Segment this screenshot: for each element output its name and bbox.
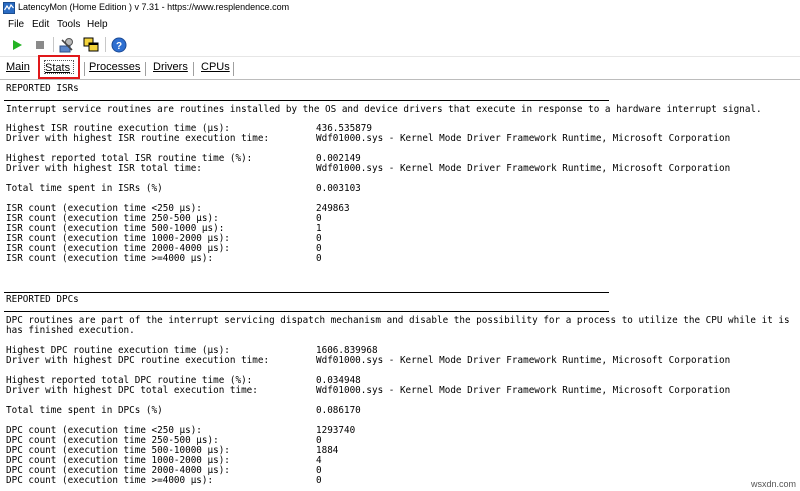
tab-separator: [145, 62, 146, 76]
dpc-description: has finished execution.: [6, 325, 135, 336]
stop-button[interactable]: [31, 36, 49, 53]
dpc-count-label: DPC count (execution time >=4000 µs):: [6, 475, 214, 486]
start-button[interactable]: [8, 36, 26, 53]
dpc-stat-label: Driver with highest DPC total execution …: [6, 385, 258, 396]
menu-file[interactable]: File: [8, 19, 24, 30]
window-title: LatencyMon (Home Edition ) v 7.31 - http…: [18, 2, 290, 12]
isr-stat-value: Wdf01000.sys - Kernel Mode Driver Framew…: [316, 163, 731, 174]
dpc-stat-value: Wdf01000.sys - Kernel Mode Driver Framew…: [316, 385, 731, 396]
dpc-stat-value: 0.086170: [316, 405, 361, 416]
toolbar-separator: [105, 37, 106, 52]
tab-separator: [84, 62, 85, 76]
svg-text:?: ?: [116, 41, 122, 52]
dpc-count-value: 0: [316, 475, 322, 486]
tab-bar: Main Processes Drivers CPUs: [0, 57, 800, 80]
toolbar-separator: [53, 37, 54, 52]
stop-icon: [36, 40, 44, 49]
isr-count-value: 0: [316, 253, 322, 264]
toolbar: ?: [0, 33, 800, 57]
isr-stat-value: 0.003103: [316, 183, 361, 194]
app-icon: [3, 2, 15, 14]
isr-stat-value: Wdf01000.sys - Kernel Mode Driver Framew…: [316, 133, 731, 144]
tab-drivers[interactable]: Drivers: [153, 61, 188, 73]
isr-divider: [4, 100, 609, 101]
section-divider: [4, 292, 609, 293]
dpc-stat-label: Driver with highest DPC routine executio…: [6, 355, 270, 366]
menu-bar: File Edit Tools Help: [0, 17, 800, 33]
tab-stats-label: Stats: [45, 62, 71, 74]
tab-separator: [193, 62, 194, 76]
isr-stat-label: Total time spent in ISRs (%): [6, 183, 163, 194]
title-bar: LatencyMon (Home Edition ) v 7.31 - http…: [0, 0, 800, 17]
menu-tools[interactable]: Tools: [57, 19, 80, 30]
tab-processes[interactable]: Processes: [89, 61, 140, 73]
tab-cpus[interactable]: CPUs: [201, 61, 230, 73]
tab-stats[interactable]: Stats: [38, 55, 80, 79]
isr-count-label: ISR count (execution time >=4000 µs):: [6, 253, 214, 264]
windows-button[interactable]: [82, 36, 100, 53]
dpc-stat-value: Wdf01000.sys - Kernel Mode Driver Framew…: [316, 355, 731, 366]
help-button[interactable]: ?: [110, 36, 128, 53]
isr-section-header: REPORTED ISRs: [6, 83, 79, 94]
windows-icon: [83, 37, 99, 51]
isr-description: Interrupt service routines are routines …: [6, 104, 762, 115]
play-icon: [13, 39, 22, 50]
isr-stat-label: Driver with highest ISR routine executio…: [6, 133, 270, 144]
dpc-divider: [4, 311, 609, 312]
help-icon: ?: [111, 37, 127, 52]
tab-main[interactable]: Main: [6, 61, 30, 73]
dpc-section-header: REPORTED DPCs: [6, 294, 79, 305]
settings-button[interactable]: [58, 36, 76, 53]
isr-stat-label: Driver with highest ISR total time:: [6, 163, 202, 174]
menu-edit[interactable]: Edit: [32, 19, 49, 30]
menu-help[interactable]: Help: [87, 19, 108, 30]
dpc-count-value: 1293740: [316, 425, 356, 436]
stats-report: REPORTED ISRs Interrupt service routines…: [0, 80, 800, 491]
dpc-stat-label: Total time spent in DPCs (%): [6, 405, 163, 416]
watermark: wsxdn.com: [750, 479, 796, 489]
wrench-icon: [59, 37, 73, 52]
tab-separator: [233, 62, 234, 76]
